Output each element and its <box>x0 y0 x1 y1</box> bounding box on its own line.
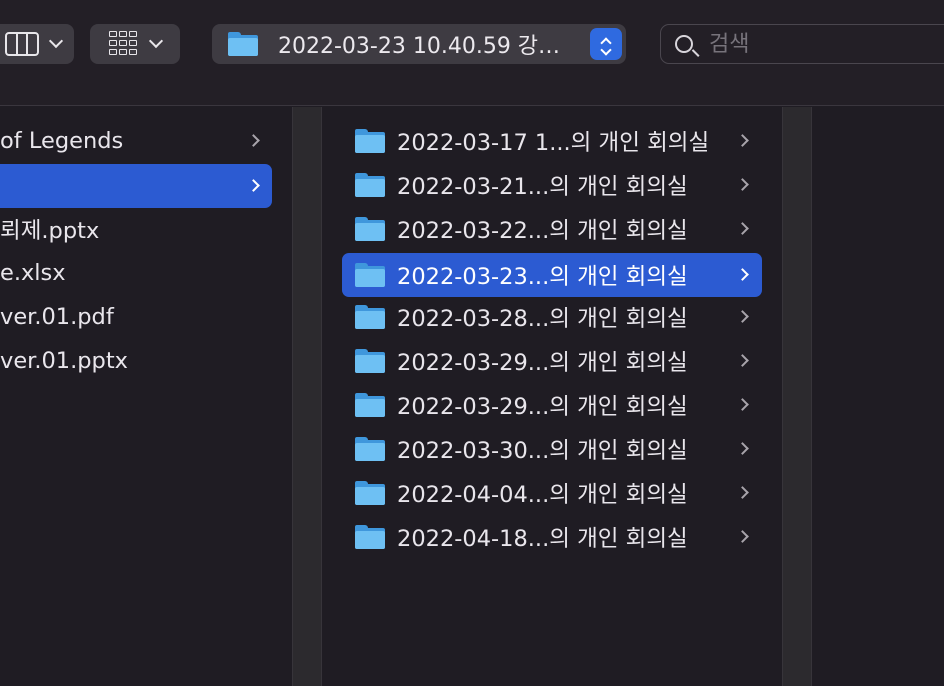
folder-row[interactable]: 2022-04-04...의 개인 회의실 <box>355 471 775 515</box>
browser-column-3[interactable] <box>812 107 944 686</box>
folder-row-selected[interactable]: 2022-03-23...의 개인 회의실 <box>342 253 762 297</box>
search-input[interactable] <box>709 31 929 57</box>
chevron-down-icon <box>148 33 164 49</box>
chevron-right-icon <box>736 486 749 499</box>
folder-row[interactable]: 2022-03-28...의 개인 회의실 <box>355 295 775 339</box>
folder-row[interactable]: 2022-03-29...의 개인 회의실 <box>355 383 775 427</box>
search-icon <box>675 35 693 53</box>
chevron-right-icon <box>736 268 749 281</box>
list-item-selected[interactable] <box>0 164 272 208</box>
browser-column-2[interactable]: 2022-03-17 1...의 개인 회의실 2022-03-21...의 개… <box>322 107 782 686</box>
folder-row[interactable]: 2022-03-21...의 개인 회의실 <box>355 163 775 207</box>
folder-row[interactable]: 2022-03-17 1...의 개인 회의실 <box>355 119 775 163</box>
browser-column-1[interactable]: of Legends 뢰제.pptx e.xlsx ver.01.pdf ver… <box>0 107 292 686</box>
folder-row[interactable]: 2022-03-30...의 개인 회의실 <box>355 427 775 471</box>
chevron-right-icon <box>736 398 749 411</box>
chevron-right-icon <box>736 134 749 147</box>
group-by-button[interactable] <box>90 24 180 64</box>
chevron-right-icon <box>736 354 749 367</box>
path-stepper-icon[interactable] <box>590 28 622 60</box>
chevron-right-icon <box>736 530 749 543</box>
grid-icon <box>109 31 137 57</box>
list-item[interactable]: e.xlsx <box>0 251 272 295</box>
path-popup-button[interactable]: 2022-03-23 10.40.59 강… <box>212 24 626 64</box>
folder-icon <box>355 349 385 373</box>
chevron-right-icon <box>247 179 260 192</box>
column-view-icon <box>5 32 39 56</box>
chevron-down-icon <box>48 33 64 49</box>
folder-row[interactable]: 2022-04-18...의 개인 회의실 <box>355 515 775 559</box>
column-divider[interactable] <box>782 107 812 686</box>
view-mode-button[interactable] <box>0 24 74 64</box>
list-item[interactable]: 뢰제.pptx <box>0 207 272 251</box>
folder-row[interactable]: 2022-03-29...의 개인 회의실 <box>355 339 775 383</box>
search-field[interactable] <box>660 24 944 64</box>
folder-icon <box>355 217 385 241</box>
chevron-right-icon <box>736 310 749 323</box>
chevron-right-icon <box>247 134 260 147</box>
list-item[interactable]: ver.01.pptx <box>0 339 272 383</box>
folder-row[interactable]: 2022-03-22...의 개인 회의실 <box>355 207 775 251</box>
folder-icon <box>355 305 385 329</box>
chevron-right-icon <box>736 442 749 455</box>
list-item[interactable]: ver.01.pdf <box>0 295 272 339</box>
folder-icon <box>228 32 258 56</box>
chevron-right-icon <box>736 178 749 191</box>
folder-icon <box>355 263 385 287</box>
path-label: 2022-03-23 10.40.59 강… <box>278 34 561 59</box>
folder-icon <box>355 525 385 549</box>
folder-icon <box>355 173 385 197</box>
chevron-right-icon <box>736 222 749 235</box>
column-divider[interactable] <box>292 107 322 686</box>
folder-icon <box>355 437 385 461</box>
finder-toolbar: 2022-03-23 10.40.59 강… <box>0 0 944 106</box>
folder-icon <box>355 129 385 153</box>
folder-icon <box>355 393 385 417</box>
list-item[interactable]: of Legends <box>0 119 272 163</box>
folder-icon <box>355 481 385 505</box>
